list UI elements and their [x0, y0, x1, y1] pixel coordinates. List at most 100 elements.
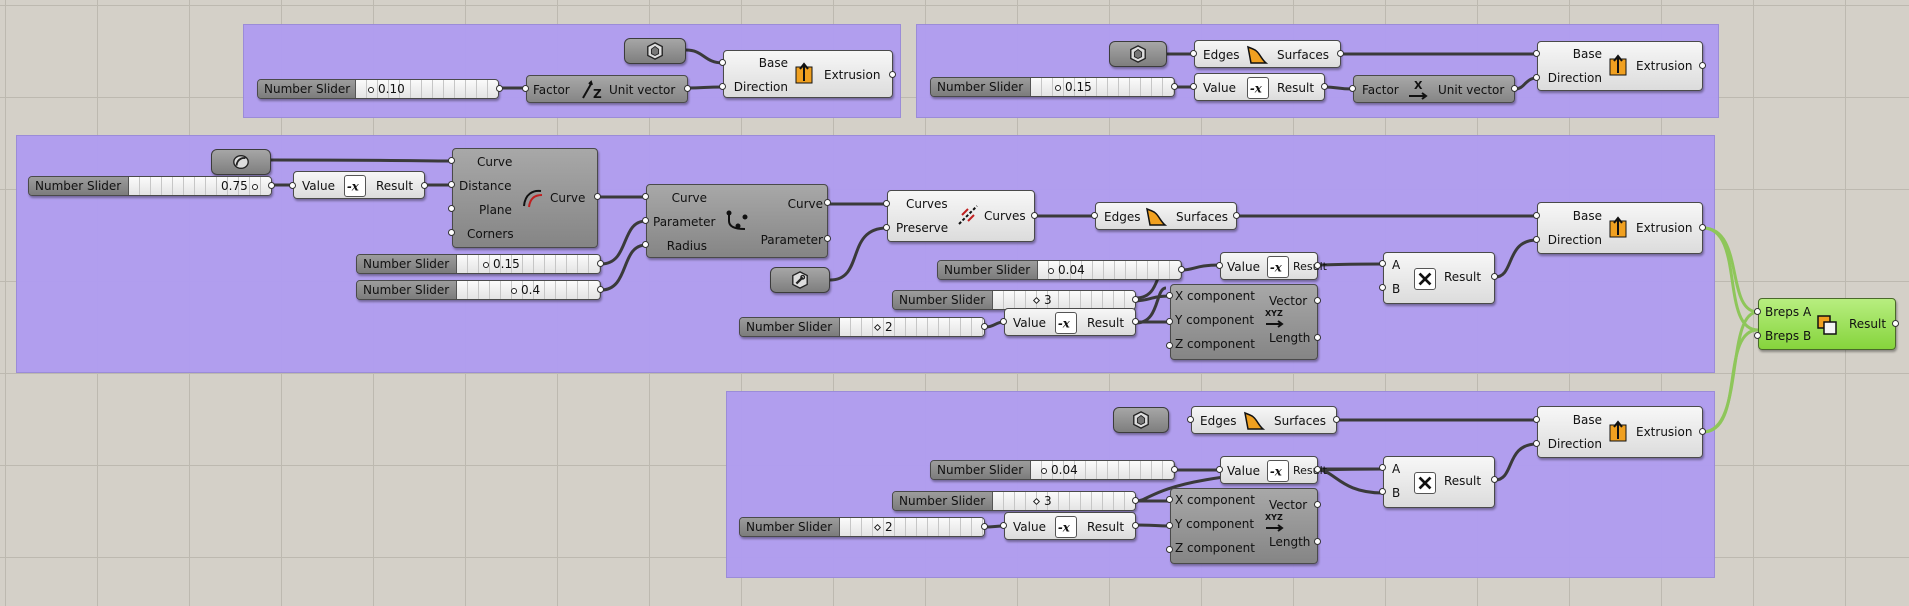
- input-port[interactable]: [1533, 440, 1540, 447]
- output-port[interactable]: [1321, 83, 1328, 90]
- unit-z-component[interactable]: Factor Z Unit vector: [526, 75, 688, 103]
- input-port[interactable]: [1533, 236, 1540, 243]
- output-port[interactable]: [1892, 320, 1899, 327]
- negative-component-5[interactable]: Value -x Result: [1220, 456, 1327, 484]
- output-port[interactable]: [597, 260, 604, 267]
- output-port[interactable]: [421, 182, 428, 189]
- output-port[interactable]: [889, 71, 896, 78]
- output-port[interactable]: [1132, 318, 1139, 325]
- slider-track[interactable]: 0.4: [457, 281, 600, 299]
- output-port[interactable]: [1171, 466, 1178, 473]
- input-port[interactable]: [1166, 342, 1173, 349]
- output-port[interactable]: [1132, 522, 1139, 529]
- extrusion-component-2[interactable]: Base Direction Extrusion: [1537, 41, 1703, 91]
- edge-surface-component-3[interactable]: Edges Surfaces: [1191, 406, 1337, 434]
- output-port[interactable]: [1233, 212, 1240, 219]
- input-port[interactable]: [1000, 318, 1007, 325]
- input-port[interactable]: [1349, 85, 1356, 92]
- output-port[interactable]: [1314, 501, 1321, 508]
- input-port[interactable]: [448, 205, 455, 212]
- output-port[interactable]: [1491, 273, 1498, 280]
- output-port[interactable]: [594, 193, 601, 200]
- output-port[interactable]: [1031, 212, 1038, 219]
- multiply-component-1[interactable]: A B Result: [1383, 252, 1495, 304]
- output-port[interactable]: [1314, 262, 1321, 269]
- input-port[interactable]: [642, 217, 649, 224]
- input-port[interactable]: [883, 224, 890, 231]
- output-port[interactable]: [1314, 466, 1321, 473]
- slider-track[interactable]: 0.15: [457, 255, 600, 273]
- brep-parameter-2[interactable]: [1109, 41, 1167, 67]
- boolean-toggle-parameter[interactable]: [770, 267, 830, 293]
- slider-track[interactable]: 0.75: [129, 177, 271, 195]
- input-port[interactable]: [1166, 496, 1173, 503]
- input-port[interactable]: [719, 59, 726, 66]
- input-port[interactable]: [1190, 83, 1197, 90]
- vector-xyz-component[interactable]: X component Y component Z component XYZ …: [1170, 284, 1318, 360]
- input-port[interactable]: [448, 181, 455, 188]
- number-slider-2[interactable]: Number Slider 0.15: [930, 77, 1175, 97]
- input-port[interactable]: [1000, 522, 1007, 529]
- output-port[interactable]: [1314, 334, 1321, 341]
- output-port[interactable]: [1699, 62, 1706, 69]
- output-port[interactable]: [496, 85, 503, 92]
- negative-component-2[interactable]: Value -x Result: [293, 171, 425, 199]
- slider-track[interactable]: 0.15: [1031, 78, 1174, 96]
- output-port[interactable]: [824, 235, 831, 242]
- negative-component-1[interactable]: Value -x Result: [1194, 73, 1325, 101]
- output-port[interactable]: [597, 286, 604, 293]
- input-port[interactable]: [1166, 522, 1173, 529]
- input-port[interactable]: [719, 83, 726, 90]
- output-port[interactable]: [1171, 83, 1178, 90]
- input-port[interactable]: [1091, 212, 1098, 219]
- input-port[interactable]: [448, 157, 455, 164]
- input-port[interactable]: [1166, 292, 1173, 299]
- input-port[interactable]: [1190, 50, 1197, 57]
- number-slider-1[interactable]: Number Slider 0.10: [257, 79, 499, 99]
- output-port[interactable]: [1314, 538, 1321, 545]
- extrusion-component-1[interactable]: Base Direction Extrusion: [723, 50, 893, 98]
- input-port[interactable]: [1533, 416, 1540, 423]
- input-port[interactable]: [1216, 466, 1223, 473]
- input-port[interactable]: [1166, 546, 1173, 553]
- extrusion-component-4[interactable]: Base Direction Extrusion: [1537, 406, 1703, 458]
- output-port[interactable]: [1132, 497, 1139, 504]
- brep-parameter-3[interactable]: [1113, 407, 1169, 433]
- input-port[interactable]: [448, 229, 455, 236]
- multiply-component-2[interactable]: A B Result: [1383, 456, 1495, 508]
- slider-track[interactable]: 2: [840, 518, 984, 536]
- slider-track[interactable]: 3: [993, 492, 1135, 510]
- brep-parameter-1[interactable]: [624, 38, 686, 64]
- number-slider-10[interactable]: Number Slider 3: [892, 491, 1136, 511]
- output-port[interactable]: [684, 85, 691, 92]
- slider-track[interactable]: 2: [840, 318, 984, 336]
- slider-track[interactable]: 3: [993, 291, 1135, 309]
- input-port[interactable]: [1533, 50, 1540, 57]
- negative-component-4[interactable]: Value -x Result: [1004, 308, 1136, 336]
- number-slider-5[interactable]: Number Slider 0.4: [356, 280, 601, 300]
- input-port[interactable]: [1533, 74, 1540, 81]
- slider-track[interactable]: 0.04: [1031, 461, 1174, 479]
- input-port[interactable]: [1166, 318, 1173, 325]
- input-port[interactable]: [522, 85, 529, 92]
- number-slider-11[interactable]: Number Slider 2: [739, 517, 985, 537]
- input-port[interactable]: [1754, 308, 1761, 315]
- output-port[interactable]: [1699, 428, 1706, 435]
- solid-union-component[interactable]: Breps A Breps B Result: [1758, 298, 1896, 350]
- offset-curve-component[interactable]: Curve Distance Plane Corners Curve: [452, 148, 598, 248]
- input-port[interactable]: [1379, 284, 1386, 291]
- negative-component-6[interactable]: Value -x Result: [1004, 512, 1136, 540]
- input-port[interactable]: [642, 241, 649, 248]
- vector-xyz-component-2[interactable]: X component Y component Z component XYZ …: [1170, 488, 1318, 564]
- curve-parameter-1[interactable]: [211, 149, 271, 175]
- input-port[interactable]: [1533, 212, 1540, 219]
- input-port[interactable]: [289, 182, 296, 189]
- output-port[interactable]: [824, 199, 831, 206]
- input-port[interactable]: [642, 193, 649, 200]
- output-port[interactable]: [981, 323, 988, 330]
- number-slider-8[interactable]: Number Slider 2: [739, 317, 985, 337]
- number-slider-7[interactable]: Number Slider 3: [892, 290, 1136, 310]
- output-port[interactable]: [1337, 50, 1344, 57]
- number-slider-4[interactable]: Number Slider 0.15: [356, 254, 601, 274]
- input-port[interactable]: [1754, 332, 1761, 339]
